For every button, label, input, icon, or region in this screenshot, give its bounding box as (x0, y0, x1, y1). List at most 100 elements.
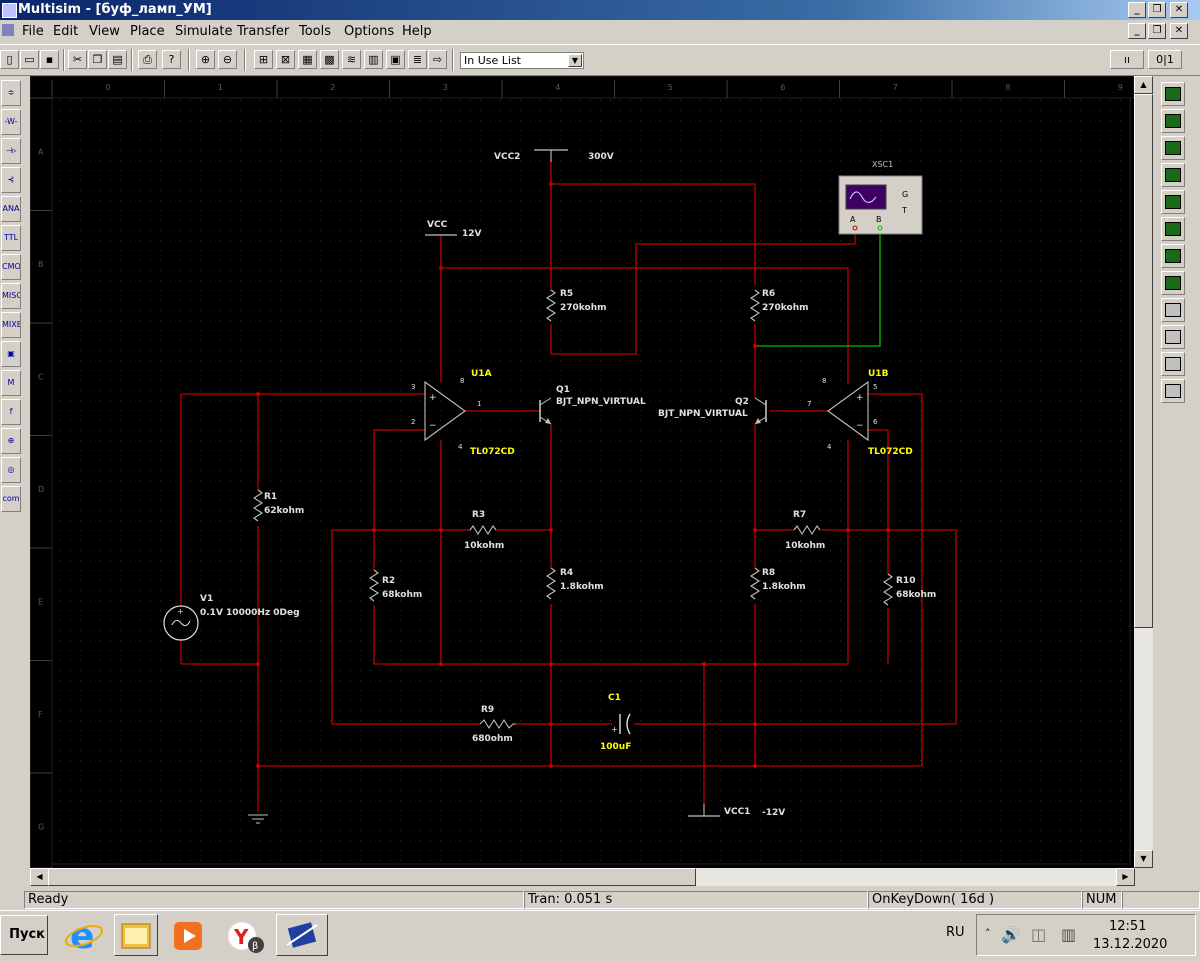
menu-tools[interactable]: Tools (299, 24, 331, 39)
print-icon[interactable]: ⎙ (138, 50, 157, 69)
run-sim-icon[interactable]: 0|1 (1148, 50, 1182, 69)
multimeter-icon[interactable] (1161, 82, 1185, 106)
new-icon[interactable]: ▯ (0, 50, 19, 69)
multisim-task-icon[interactable] (276, 914, 328, 956)
basic-icon[interactable]: -W- (1, 109, 21, 135)
yandex-browser-icon[interactable]: Yβ (222, 914, 266, 956)
spectrum-analyzer-icon[interactable] (1161, 325, 1185, 349)
chevron-down-icon[interactable]: ▼ (568, 54, 582, 67)
title-bar: Multisim - [буф_ламп_УМ] _ ❐ ✕ (0, 0, 1200, 20)
language-indicator[interactable]: RU (946, 925, 965, 940)
diode-icon[interactable]: ⊣▹ (1, 138, 21, 164)
network-error-icon[interactable]: ▥ (1061, 925, 1076, 944)
scroll-left-icon[interactable]: ◀ (30, 868, 49, 886)
wattmeter-icon[interactable] (1161, 136, 1185, 160)
minimize-button[interactable]: _ (1128, 2, 1146, 18)
database-icon[interactable]: ⊠ (276, 50, 295, 69)
schematic-canvas[interactable]: 0123456789 ABCDEFG VCC2 300V VCC 12V VCC… (29, 75, 1135, 869)
help-icon[interactable]: ? (162, 50, 181, 69)
menu-edit[interactable]: Edit (53, 24, 78, 39)
list-icon[interactable]: ≣ (408, 50, 427, 69)
toolbar: ▯ ▭ ▪ ✂ ❐ ▤ ⎙ ? ⊕ ⊖ ⊞ ⊠ ▦ ▩ ≋ ▥ ▣ ≣ ⇨ In… (0, 44, 1200, 76)
r10-name: R10 (896, 576, 915, 586)
component-icon[interactable]: ⊞ (254, 50, 273, 69)
horizontal-scrollbar[interactable]: ◀ ▶ (30, 868, 1135, 886)
ttl-icon[interactable]: TTL (1, 225, 21, 251)
analog-icon[interactable]: ANA (1, 196, 21, 222)
taskbar: Пуск e Yβ RU ˄ 🔊 ◫ ▥ 12:51 13.12.2020 (0, 910, 1200, 961)
close-button[interactable]: ✕ (1170, 2, 1188, 18)
scroll-right-icon[interactable]: ▶ (1116, 868, 1135, 886)
com-icon[interactable]: com (1, 486, 21, 512)
tray-expand-icon[interactable]: ˄ (985, 927, 991, 940)
r2-value: 68kohm (382, 590, 422, 600)
oscilloscope-icon[interactable] (1161, 163, 1185, 187)
restore-button[interactable]: ❐ (1148, 2, 1166, 18)
in-use-list-select[interactable]: In Use List ▼ (460, 52, 584, 69)
transistor-icon[interactable]: ⊰ (1, 167, 21, 193)
save-icon[interactable]: ▪ (40, 50, 59, 69)
ruler-column-label: 4 (555, 83, 560, 92)
open-icon[interactable]: ▭ (20, 50, 39, 69)
grapher-icon[interactable]: ▦ (298, 50, 317, 69)
chart-icon[interactable]: ▥ (364, 50, 383, 69)
bode-plotter-icon[interactable] (1161, 190, 1185, 214)
word-generator-icon[interactable] (1161, 217, 1185, 241)
vertical-scroll-thumb[interactable] (1134, 94, 1153, 628)
doc-restore-button[interactable]: ❐ (1148, 23, 1166, 39)
menu-simulate[interactable]: Simulate (175, 24, 232, 39)
copy-icon[interactable]: ❐ (88, 50, 107, 69)
menu-help[interactable]: Help (402, 24, 432, 39)
doc-minimize-button[interactable]: _ (1128, 23, 1146, 39)
horizontal-scroll-thumb[interactable] (48, 868, 696, 886)
speaker-icon[interactable]: 🔊 (1001, 925, 1021, 944)
postprocessor-icon[interactable]: ▩ (320, 50, 339, 69)
distortion-analyzer-icon[interactable] (1161, 298, 1185, 322)
paste-icon[interactable]: ▤ (108, 50, 127, 69)
misc-digital-icon[interactable]: MISC (1, 283, 21, 309)
scroll-up-icon[interactable]: ▲ (1134, 76, 1153, 94)
bom-icon[interactable]: ≋ (342, 50, 361, 69)
doc-close-button[interactable]: ✕ (1170, 23, 1188, 39)
logic-analyzer-icon[interactable] (1161, 244, 1185, 268)
svg-text:Y: Y (233, 925, 249, 949)
transfer-icon[interactable]: ⇨ (428, 50, 447, 69)
menu-file[interactable]: File (22, 24, 44, 39)
rf-icon[interactable]: f (1, 399, 21, 425)
menu-place[interactable]: Place (130, 24, 165, 39)
network-analyzer-icon[interactable] (1161, 352, 1185, 376)
menu-view[interactable]: View (89, 24, 120, 39)
zoom-out-icon[interactable]: ⊖ (218, 50, 237, 69)
ie-icon[interactable]: e (62, 914, 106, 957)
status-empty (1122, 891, 1200, 909)
app-icon (2, 3, 17, 18)
doc-icon (2, 24, 14, 36)
ladder-icon[interactable]: ◎ (1, 457, 21, 483)
mixed-icon[interactable]: MIXED (1, 312, 21, 338)
source-icon[interactable]: ≑ (1, 80, 21, 106)
cut-icon[interactable]: ✂ (68, 50, 87, 69)
frequency-counter-icon[interactable] (1161, 379, 1185, 403)
vertical-scrollbar[interactable]: ▲ ▼ (1134, 76, 1153, 868)
vcc1-value: -12V (762, 808, 785, 818)
menu-transfer[interactable]: Transfer (237, 24, 289, 39)
indicator-icon[interactable]: ▣ (1, 341, 21, 367)
media-player-icon[interactable] (166, 914, 210, 956)
pause-sim-icon[interactable]: ıı (1110, 50, 1144, 69)
memo-icon[interactable]: ▣ (386, 50, 405, 69)
menu-options[interactable]: Options (344, 24, 394, 39)
start-button[interactable]: Пуск (0, 915, 48, 955)
vcc2-label: VCC2 (494, 152, 520, 162)
system-tray: ˄ 🔊 ◫ ▥ 12:51 13.12.2020 (976, 914, 1196, 956)
misc-icon[interactable]: M (1, 370, 21, 396)
scroll-down-icon[interactable]: ▼ (1134, 850, 1153, 868)
function-generator-icon[interactable] (1161, 109, 1185, 133)
zoom-in-icon[interactable]: ⊕ (196, 50, 215, 69)
electromech-icon[interactable]: ⊕ (1, 428, 21, 454)
explorer-icon[interactable] (114, 914, 158, 956)
cmos-icon[interactable]: CMOS (1, 254, 21, 280)
u1a-pin8: 8 (460, 377, 464, 385)
clock-time: 12:51 (1109, 919, 1147, 934)
network-icon[interactable]: ◫ (1031, 925, 1046, 944)
logic-converter-icon[interactable] (1161, 271, 1185, 295)
